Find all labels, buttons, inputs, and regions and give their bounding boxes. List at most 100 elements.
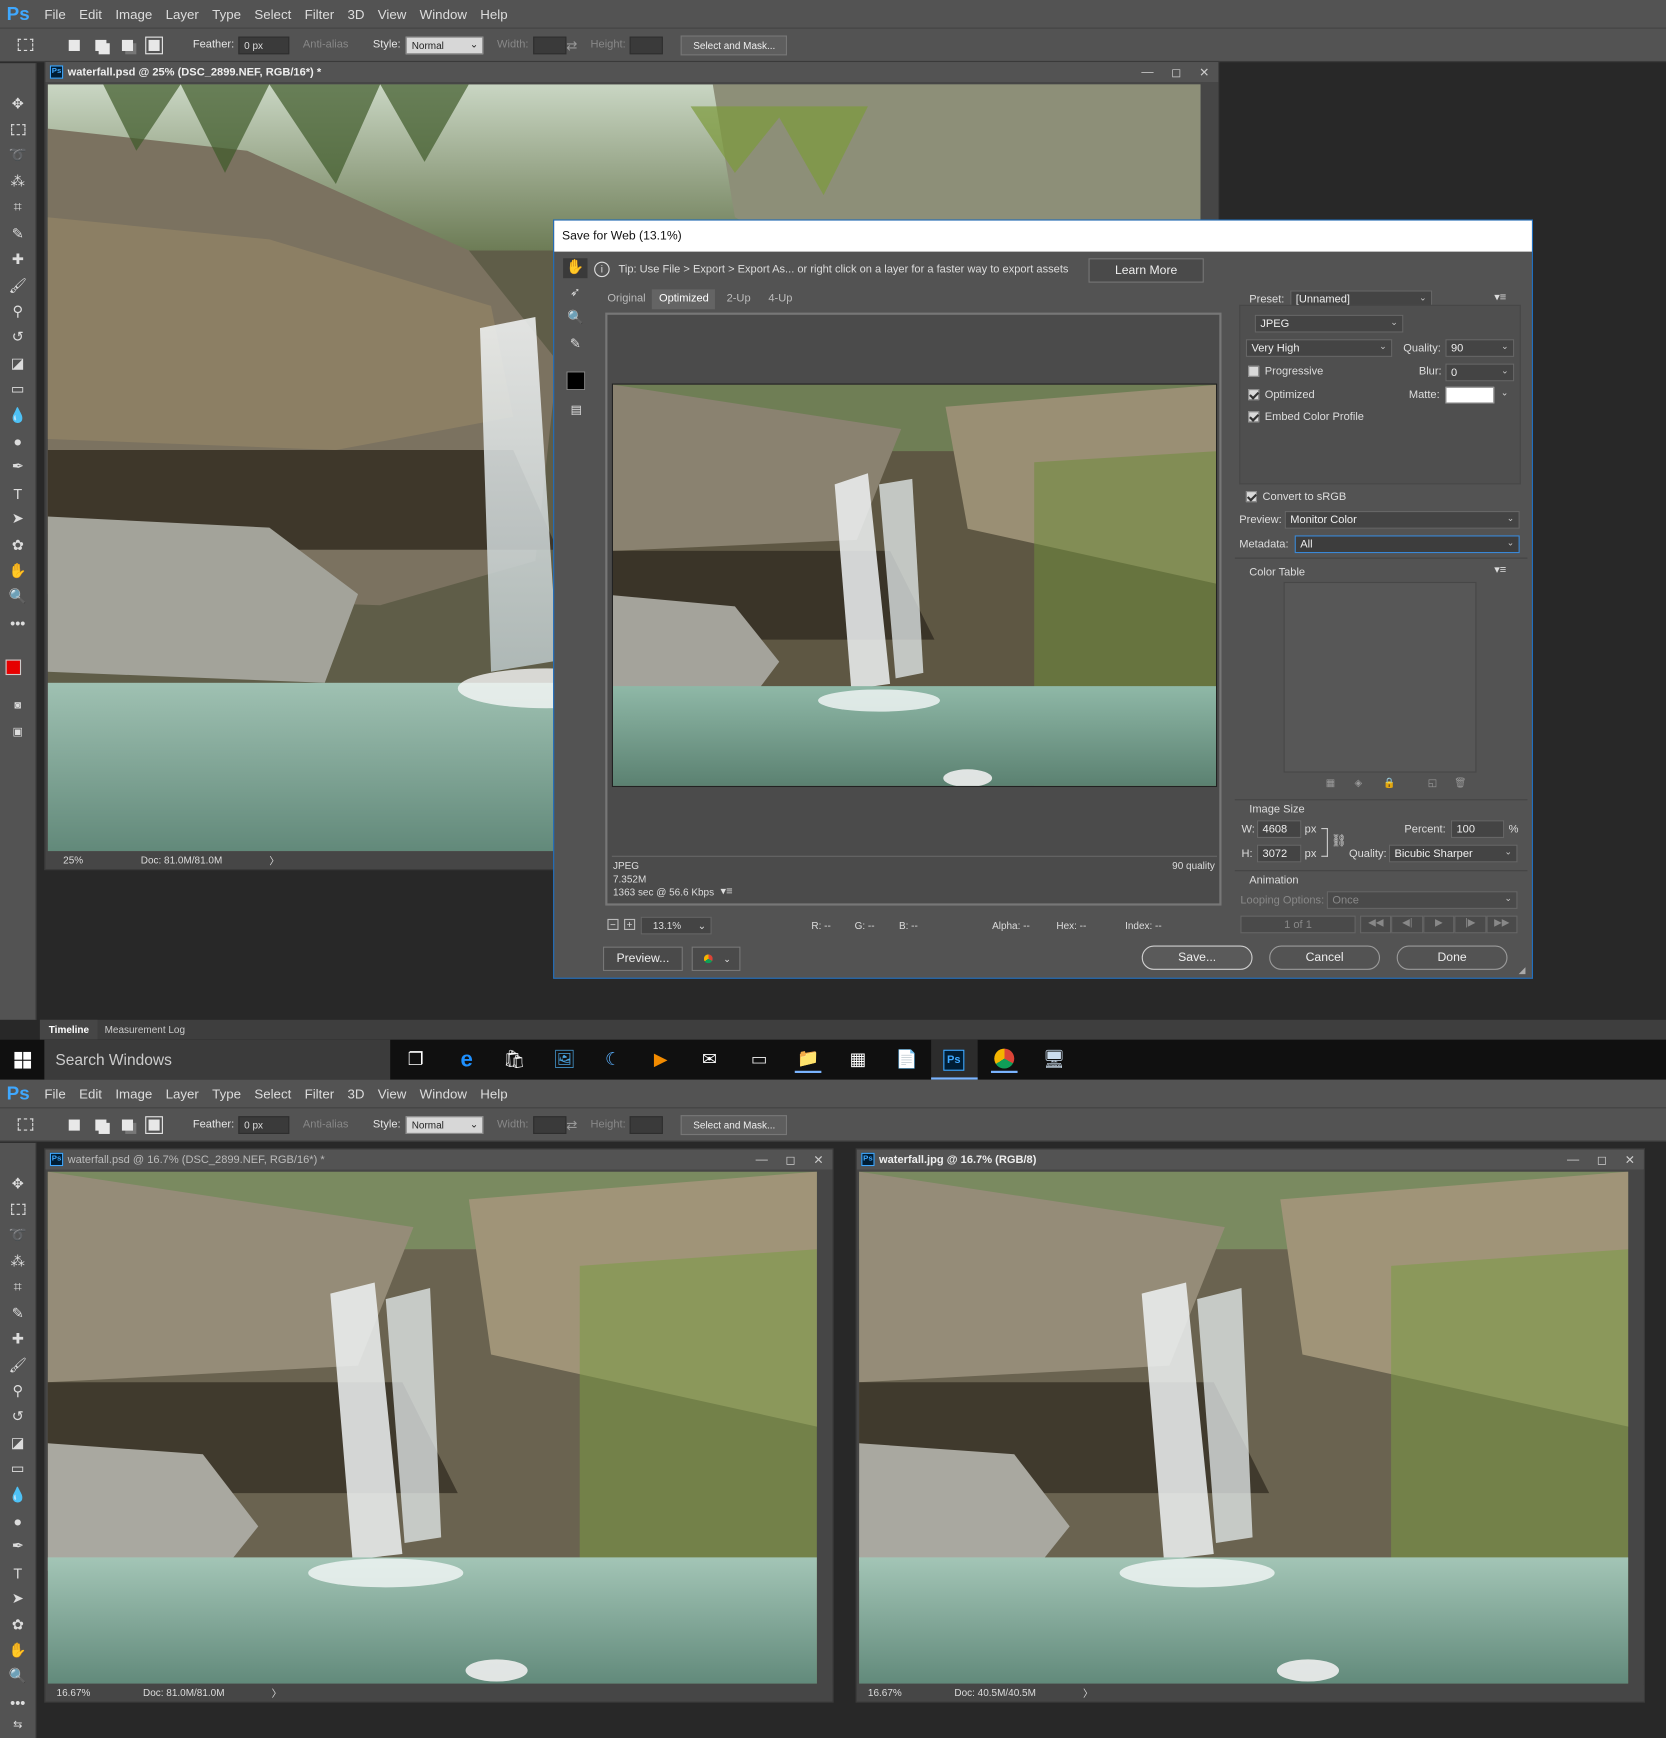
optimized-checkbox[interactable] [1248, 389, 1260, 401]
web-shift-icon[interactable]: ◈ [1355, 777, 1363, 789]
photos-icon[interactable]: 🖼 [551, 1046, 578, 1073]
resize-grip-icon[interactable]: ◢ [1519, 965, 1526, 975]
quality-input[interactable]: 90 ⌄ [1445, 339, 1515, 357]
crop-tool-icon[interactable]: ⌗ [7, 1277, 29, 1297]
lock-color-icon[interactable]: 🔒 [1383, 777, 1395, 789]
document-tab[interactable]: Ps waterfall.psd @ 25% (DSC_2899.NEF, RG… [45, 62, 1219, 83]
minimize-icon[interactable]: — [756, 1153, 768, 1166]
clone-stamp-tool-icon[interactable]: ⚲ [7, 302, 29, 322]
download-time-menu-icon[interactable]: ▾≡ [720, 886, 732, 898]
new-color-icon[interactable]: ◱ [1428, 777, 1437, 789]
minimize-icon[interactable]: — [1567, 1153, 1579, 1166]
subtract-selection-icon[interactable] [117, 1115, 137, 1135]
gradient-tool-icon[interactable]: ▭ [7, 379, 29, 399]
new-selection-icon[interactable] [64, 1115, 84, 1135]
more-tools-icon[interactable]: ••• [7, 1693, 29, 1713]
hand-tool-icon[interactable]: ✋ [7, 1641, 29, 1661]
foreground-color-swatch[interactable] [5, 659, 22, 676]
feather-input[interactable]: 0 px [238, 36, 290, 54]
convert-srgb-checkbox[interactable] [1245, 491, 1257, 503]
custom-shape-tool-icon[interactable]: ✿ [7, 535, 29, 555]
move-tool-icon[interactable]: ✥ [7, 94, 29, 114]
eyedropper-tool-icon[interactable]: ✎ [563, 336, 587, 356]
antialias-checkbox[interactable]: Anti-alias [303, 39, 349, 51]
tab-measurement-log[interactable]: Measurement Log [98, 1024, 192, 1035]
width-input[interactable]: 4608 [1256, 820, 1302, 838]
brush-tool-icon[interactable]: 🖌 [7, 1356, 29, 1376]
menu-3d[interactable]: 3D [347, 6, 364, 22]
close-icon[interactable]: ✕ [1625, 1152, 1635, 1166]
menu-edit[interactable]: Edit [79, 6, 102, 22]
quality-level-dropdown[interactable]: Very High ⌄ [1245, 339, 1393, 357]
marquee-tool-preset-icon[interactable] [17, 38, 34, 51]
screen-mode-icon[interactable]: ▣ [7, 722, 29, 742]
menu-view[interactable]: View [378, 6, 407, 22]
menu-type[interactable]: Type [212, 6, 241, 22]
new-selection-icon[interactable] [64, 35, 84, 55]
eyedropper-tool-icon[interactable]: ✎ [7, 1304, 29, 1324]
link-icon[interactable]: ⛓ [1331, 834, 1346, 848]
windows-start-icon[interactable] [14, 1051, 32, 1069]
status-menu-arrow-icon[interactable]: 〉 [1083, 1685, 1093, 1699]
matte-dropdown-arrow-icon[interactable]: ⌄ [1501, 388, 1508, 398]
history-brush-tool-icon[interactable]: ↺ [7, 1407, 29, 1427]
swap-icon[interactable]: ⇄ [566, 37, 579, 53]
blur-input[interactable]: 0 ⌄ [1445, 363, 1515, 382]
dodge-tool-icon[interactable]: ● [7, 1511, 29, 1531]
document-canvas[interactable] [859, 1171, 1629, 1684]
blur-tool-icon[interactable]: 💧 [7, 406, 29, 426]
select-and-mask-button[interactable]: Select and Mask... [681, 34, 788, 55]
calculator-icon[interactable]: ▦ [845, 1046, 872, 1073]
menu-layer[interactable]: Layer [166, 6, 199, 22]
play-icon[interactable]: ▶ [1423, 915, 1455, 934]
color-table[interactable] [1283, 581, 1477, 773]
width-input[interactable] [532, 1115, 567, 1134]
progressive-option[interactable]: Progressive [1248, 366, 1323, 378]
zoom-out-icon[interactable]: − [607, 918, 619, 930]
crop-tool-icon[interactable]: ⌗ [7, 197, 29, 217]
style-dropdown[interactable]: Normal ⌄ [406, 1115, 484, 1134]
tab-4-up[interactable]: 4-Up [762, 289, 799, 309]
add-selection-icon[interactable] [91, 1115, 111, 1135]
zoom-level[interactable]: 25% [63, 855, 141, 866]
tab-timeline[interactable]: Timeline [39, 1019, 98, 1040]
height-input[interactable] [630, 1115, 664, 1134]
document-canvas[interactable] [47, 1171, 817, 1684]
more-tools-icon[interactable]: ••• [7, 613, 29, 633]
progressive-checkbox[interactable] [1248, 366, 1260, 378]
blur-tool-icon[interactable]: 💧 [7, 1485, 29, 1505]
delete-color-icon[interactable]: 🗑 [1454, 777, 1467, 789]
menu-type[interactable]: Type [212, 1086, 241, 1102]
menu-select[interactable]: Select [254, 1086, 291, 1102]
zoom-tool-icon[interactable]: 🔍 [7, 586, 29, 606]
cancel-button[interactable]: Cancel [1269, 945, 1381, 970]
close-icon[interactable]: ✕ [1199, 65, 1209, 79]
task-view-icon[interactable]: ❐ [402, 1046, 429, 1073]
feather-input[interactable]: 0 px [238, 1115, 290, 1134]
convert-srgb-option[interactable]: Convert to sRGB [1245, 491, 1346, 503]
magic-wand-tool-icon[interactable]: ⁂ [7, 1251, 29, 1271]
healing-brush-tool-icon[interactable]: ✚ [7, 249, 29, 269]
hand-tool-icon[interactable]: ✋ [563, 258, 588, 279]
quick-mask-icon[interactable]: ◙ [7, 695, 29, 715]
height-input[interactable] [630, 36, 664, 54]
status-menu-arrow-icon[interactable]: 〉 [269, 853, 279, 867]
pen-tool-icon[interactable]: ✒ [7, 1536, 29, 1556]
maximize-icon[interactable]: ◻ [1597, 1152, 1607, 1166]
menu-3d[interactable]: 3D [347, 1086, 364, 1102]
eraser-tool-icon[interactable]: ◪ [7, 354, 29, 374]
learn-more-button[interactable]: Learn More [1088, 258, 1204, 283]
lasso-tool-icon[interactable]: ➰ [7, 1225, 29, 1245]
height-input[interactable]: 3072 [1256, 844, 1302, 863]
minimize-icon[interactable]: — [1141, 65, 1153, 78]
eyedropper-tool-icon[interactable]: ✎ [7, 224, 29, 244]
resample-quality-dropdown[interactable]: Bicubic Sharper ⌄ [1388, 844, 1518, 863]
clone-stamp-tool-icon[interactable]: ⚲ [7, 1381, 29, 1401]
tab-2-up[interactable]: 2-Up [715, 289, 761, 309]
menu-edit[interactable]: Edit [79, 1086, 102, 1102]
color-table-menu-icon[interactable]: ▾≡ [1494, 564, 1506, 576]
menu-image[interactable]: Image [115, 1086, 152, 1102]
embed-profile-option[interactable]: Embed Color Profile [1248, 411, 1364, 423]
terminal-icon[interactable]: ▭ [746, 1046, 773, 1073]
looping-dropdown[interactable]: Once ⌄ [1326, 891, 1518, 909]
